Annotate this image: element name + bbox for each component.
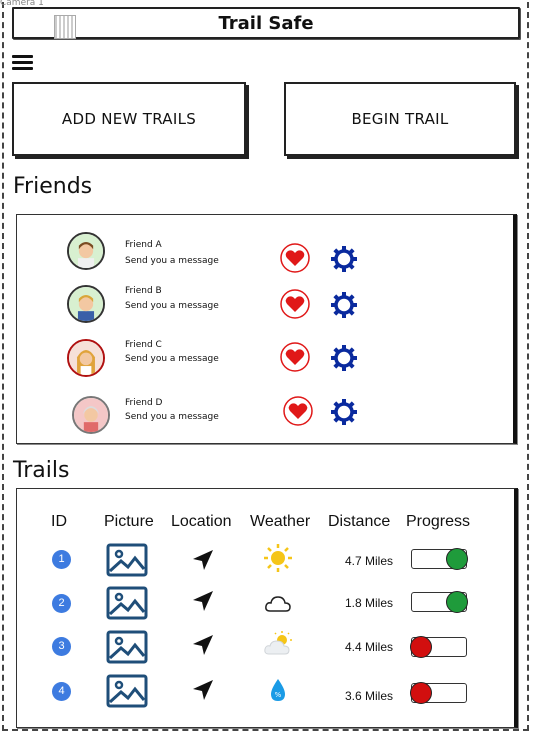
man-blond-hair-icon [69,287,103,321]
avatar [67,232,105,270]
navigation-arrow-icon[interactable] [192,634,214,656]
friend-row[interactable]: Friend A Send you a message [17,227,513,277]
heart-icon[interactable] [279,341,311,373]
image-icon [106,543,148,577]
gear-icon[interactable] [330,344,358,372]
table-row[interactable]: 2 1.8 Miles [17,584,514,628]
toggle-knob [410,636,432,658]
table-row[interactable]: 4 % 3.6 Miles [17,673,514,717]
woman-blond-hair-icon [69,341,103,375]
id-badge: 1 [52,550,71,569]
friend-message: Send you a message [125,412,219,422]
title-bar: Trail Safe [12,7,520,39]
column-header-progress: Progress [406,513,471,530]
sunny-icon [263,543,293,573]
partly-cloudy-icon [263,630,293,660]
svg-text:%: % [275,691,282,699]
id-badge: 3 [52,637,71,656]
column-header-location: Location [171,513,232,530]
progress-toggle[interactable] [410,682,467,704]
friend-name: Friend D [125,398,163,408]
distance-value: 3.6 Miles [344,689,394,703]
cloud-icon [263,589,293,619]
distance-value: 1.8 Miles [344,596,394,610]
id-badge: 2 [52,594,71,613]
heart-icon[interactable] [279,288,311,320]
trails-heading: Trails [13,458,70,483]
image-icon [106,630,148,664]
add-new-trails-button[interactable]: ADD NEW TRAILS [12,82,246,156]
distance-value: 4.7 Miles [344,554,394,568]
menu-icon[interactable] [12,55,33,70]
man-brown-hair-icon [69,234,103,268]
gear-icon[interactable] [330,398,358,426]
humidity-drop-icon: % [263,676,293,706]
friend-row[interactable]: Friend B Send you a message [17,281,513,331]
avatar [67,339,105,377]
distance-value: 4.4 Miles [344,640,394,654]
progress-toggle[interactable] [411,591,468,613]
table-row[interactable]: 3 4.4 Miles [17,628,514,672]
friend-message: Send you a message [125,354,219,364]
column-header-distance: Distance [328,513,391,530]
friends-heading: Friends [13,174,93,199]
friend-name: Friend B [125,286,162,296]
friend-row[interactable]: Friend C Send you a message [17,336,513,386]
avatar [67,285,105,323]
column-header-weather: Weather [250,513,311,530]
friend-name: Friend A [125,240,162,250]
image-icon [106,674,148,708]
navigation-arrow-icon[interactable] [192,679,214,701]
toggle-knob [446,591,468,613]
gear-icon[interactable] [330,245,358,273]
column-header-id: ID [51,513,67,530]
toggle-knob [410,682,432,704]
heart-icon[interactable] [282,395,314,427]
progress-toggle[interactable] [410,636,467,658]
page-title: Trail Safe [218,13,314,34]
trails-table: ID Picture Location Weather Distance Pro… [16,488,518,728]
column-header-picture: Picture [104,513,154,530]
navigation-arrow-icon[interactable] [192,590,214,612]
gear-icon[interactable] [330,291,358,319]
begin-trail-button[interactable]: BEGIN TRAIL [284,82,516,156]
table-row[interactable]: 1 4.7 Miles [17,541,514,585]
elderly-woman-icon [74,398,108,432]
avatar [72,396,110,434]
friends-panel: Friend A Send you a message Friend B Sen… [16,214,517,444]
friend-message: Send you a message [125,256,219,266]
id-badge: 4 [52,682,71,701]
navigation-arrow-icon[interactable] [192,549,214,571]
image-icon [106,586,148,620]
toggle-knob [446,548,468,570]
friend-message: Send you a message [125,301,219,311]
progress-toggle[interactable] [411,548,468,570]
friend-name: Friend C [125,340,162,350]
friend-row[interactable]: Friend D Send you a message [17,392,513,442]
heart-icon[interactable] [279,242,311,274]
